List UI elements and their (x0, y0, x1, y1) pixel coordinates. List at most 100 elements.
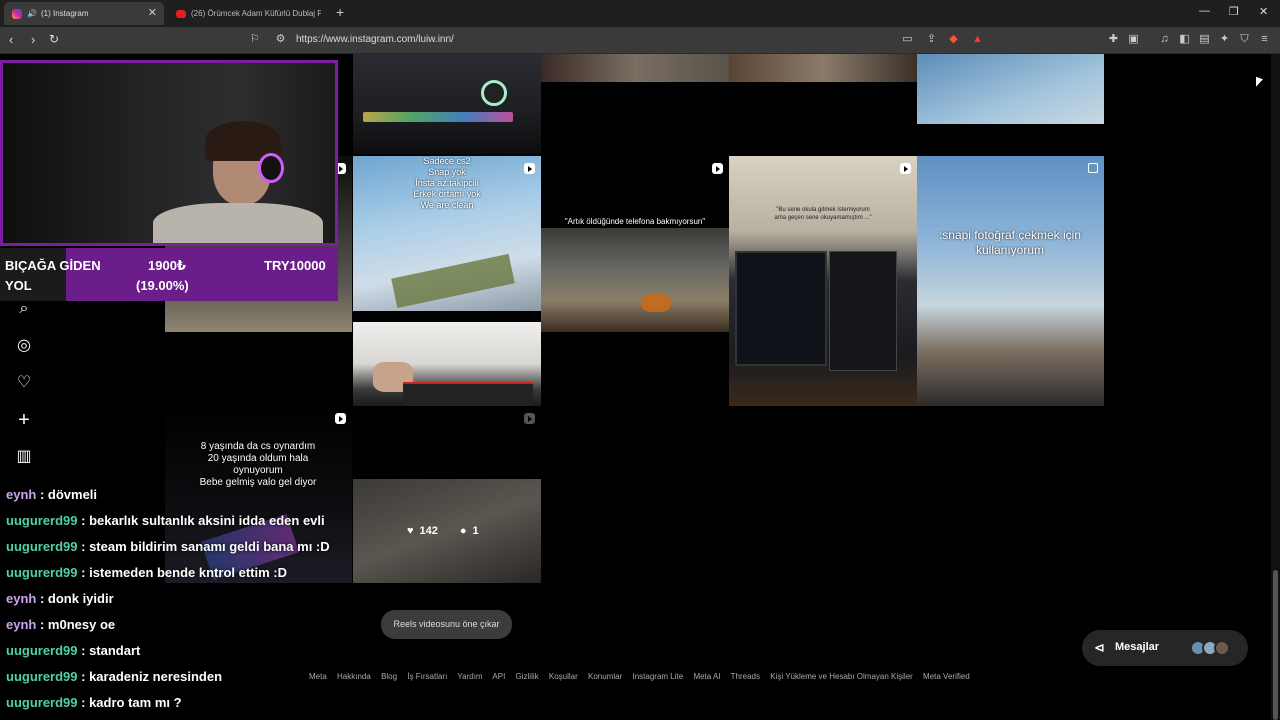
chat-message: uugurerd99 : standart (6, 643, 141, 658)
scrollbar[interactable] (1271, 54, 1280, 720)
webcam-overlay (0, 60, 338, 246)
footer-link[interactable]: API (492, 672, 505, 681)
goal-label: BIÇAĞA GİDEN (5, 258, 101, 273)
post-thumbnail[interactable]: :snapi fotoğraf çekmek için kullanıyorum (917, 156, 1104, 406)
share-icon[interactable]: ⇪ (925, 33, 938, 46)
tab-instagram[interactable]: 🔊 (1) Instagram ✕ (4, 2, 164, 25)
footer-link[interactable]: Koşullar (549, 672, 578, 681)
pin-reel-button[interactable]: Reels videosunu öne çıkar (381, 610, 512, 639)
tab-title: (1) Instagram (40, 9, 89, 18)
media-icon[interactable]: ♫ (1158, 33, 1171, 46)
instagram-profile-page: Sadece cs2 Snap yok İnsta az takipcili E… (0, 54, 1280, 720)
cast-icon[interactable]: ▭ (901, 33, 914, 46)
tab-youtube[interactable]: (26) Örümcek Adam Küfürlü Dublaj P (168, 2, 330, 25)
footer-link[interactable]: Gizlilik (516, 672, 539, 681)
reload-icon[interactable]: ↻ (49, 32, 59, 46)
mouse-cursor-icon (1256, 76, 1263, 90)
footer-link[interactable]: Meta AI (693, 672, 720, 681)
youtube-favicon-icon (176, 9, 186, 18)
create-icon[interactable]: + (14, 410, 34, 430)
like-count: 142 (419, 525, 438, 537)
wallet-icon[interactable]: ▤ (1198, 33, 1211, 46)
post-thumbnail[interactable]: Sadece cs2 Snap yok İnsta az takipcili E… (353, 156, 541, 311)
explore-icon[interactable]: ◎ (14, 336, 34, 356)
chat-message: eynh : dövmeli (6, 487, 98, 502)
footer-link[interactable]: Threads (731, 672, 760, 681)
donation-goal-bar: BIÇAĞA GİDEN YOL 1900₺ (19.00%) TRY10000 (0, 248, 338, 301)
avatar (1214, 640, 1230, 656)
instagram-favicon-icon (12, 8, 22, 19)
leo-ai-icon[interactable]: ✦ (1218, 33, 1231, 46)
post-caption: :snapi fotoğraf çekmek için kullanıyorum (938, 228, 1082, 257)
close-tab-icon[interactable]: ✕ (148, 6, 157, 19)
speaker-icon: 🔊 (27, 9, 37, 18)
post-caption: 8 yaşında da cs oynardım 20 yaşında oldu… (199, 441, 317, 488)
footer-link[interactable]: Kişi Yükleme ve Hesabı Olmayan Kişiler (770, 672, 913, 681)
address-bar[interactable]: https://www.instagram.com/luiw.inn/ (296, 34, 454, 45)
post-thumbnail[interactable]: "Artık öldüğünde telefona bakmıyorsun" (541, 156, 729, 332)
reel-icon (712, 163, 723, 174)
hover-stats: ♥ 142 ● 1 (407, 525, 479, 537)
footer-link[interactable]: İş Fırsatları (407, 672, 447, 681)
back-icon[interactable]: ‹ (9, 32, 13, 47)
post-thumbnail[interactable]: 8 yaşında da cs oynardım 20 yaşında oldu… (165, 407, 352, 583)
messages-button[interactable]: ⊲ Mesajlar (1082, 630, 1248, 666)
chat-message: uugurerd99 : kadro tam mı ? (6, 695, 182, 710)
post-caption: "Bu sene okula gitmek istemiyorum ama ge… (774, 207, 872, 221)
brave-shield-icon[interactable]: ◆ (947, 33, 960, 46)
footer-links: Meta Hakkında Blog İş Fırsatları Yardım … (309, 672, 978, 681)
post-thumbnail[interactable] (353, 322, 541, 406)
scrollbar-thumb[interactable] (1273, 570, 1278, 720)
footer-link[interactable]: Hakkında (337, 672, 371, 681)
chat-message: uugurerd99 : istemeden bende kntrol etti… (6, 565, 288, 580)
reel-icon (900, 163, 911, 174)
dashboard-icon[interactable]: ▥ (14, 447, 34, 467)
close-window-icon[interactable]: ✕ (1259, 5, 1268, 18)
rewards-icon[interactable]: ▲ (971, 33, 984, 46)
footer-link[interactable]: Konumlar (588, 672, 622, 681)
footer-link[interactable]: Instagram Lite (633, 672, 684, 681)
post-thumbnail[interactable] (917, 54, 1104, 124)
reel-icon (524, 163, 535, 174)
minimize-icon[interactable]: — (1199, 5, 1210, 17)
bookmark-icon[interactable]: ⚐ (248, 33, 261, 46)
comment-count: 1 (472, 525, 479, 537)
post-thumbnail[interactable]: "Bu sene okula gitmek istemiyorum ama ge… (729, 156, 917, 406)
comment-icon: ● (459, 525, 467, 537)
post-thumbnail[interactable] (729, 54, 917, 82)
tab-search-icon[interactable]: ▣ (1127, 33, 1140, 46)
chat-message: uugurerd99 : steam bildirim sanamı geldi… (6, 539, 330, 554)
post-thumbnail[interactable] (353, 54, 541, 154)
goal-label-2: YOL (5, 278, 32, 293)
carousel-icon (1088, 163, 1098, 173)
footer-link[interactable]: Meta (309, 672, 327, 681)
restore-icon[interactable]: ❐ (1229, 5, 1239, 18)
tab-title: (26) Örümcek Adam Küfürlü Dublaj P (191, 9, 321, 18)
goal-current: 1900₺ (148, 258, 186, 273)
post-caption: "Artık öldüğünde telefona bakmıyorsun" (564, 217, 706, 226)
send-icon: ⊲ (1094, 640, 1105, 655)
notifications-heart-icon[interactable]: ♡ (14, 373, 34, 393)
vpn-icon[interactable]: ⛉ (1238, 33, 1251, 46)
search-icon[interactable]: ⌕ (14, 299, 34, 319)
sidebar-icon[interactable]: ◧ (1178, 33, 1191, 46)
chat-message: uugurerd99 : karadeniz neresinden (6, 669, 223, 684)
footer-link[interactable]: Yardım (457, 672, 482, 681)
reel-icon (524, 413, 535, 424)
chat-message: uugurerd99 : bekarlık sultanlık aksini i… (6, 513, 325, 528)
headset-icon (258, 153, 284, 183)
goal-percent: (19.00%) (136, 278, 189, 293)
new-tab-icon[interactable]: + (336, 4, 344, 20)
forward-icon[interactable]: › (31, 32, 35, 47)
post-thumbnail[interactable] (541, 54, 729, 82)
menu-icon[interactable]: ≡ (1258, 33, 1271, 46)
site-settings-icon[interactable]: ⚙ (274, 33, 287, 46)
footer-link[interactable]: Meta Verified (923, 672, 970, 681)
reel-icon (335, 413, 346, 424)
footer-link[interactable]: Blog (381, 672, 397, 681)
messages-label: Mesajlar (1115, 641, 1160, 653)
goal-target: TRY10000 (264, 258, 326, 273)
extensions-icon[interactable]: ✚ (1107, 33, 1120, 46)
post-thumbnail[interactable]: ♥ 142 ● 1 (353, 407, 541, 583)
browser-nav-bar: ‹ › ↻ ⚐ ⚙ https://www.instagram.com/luiw… (0, 27, 1280, 54)
